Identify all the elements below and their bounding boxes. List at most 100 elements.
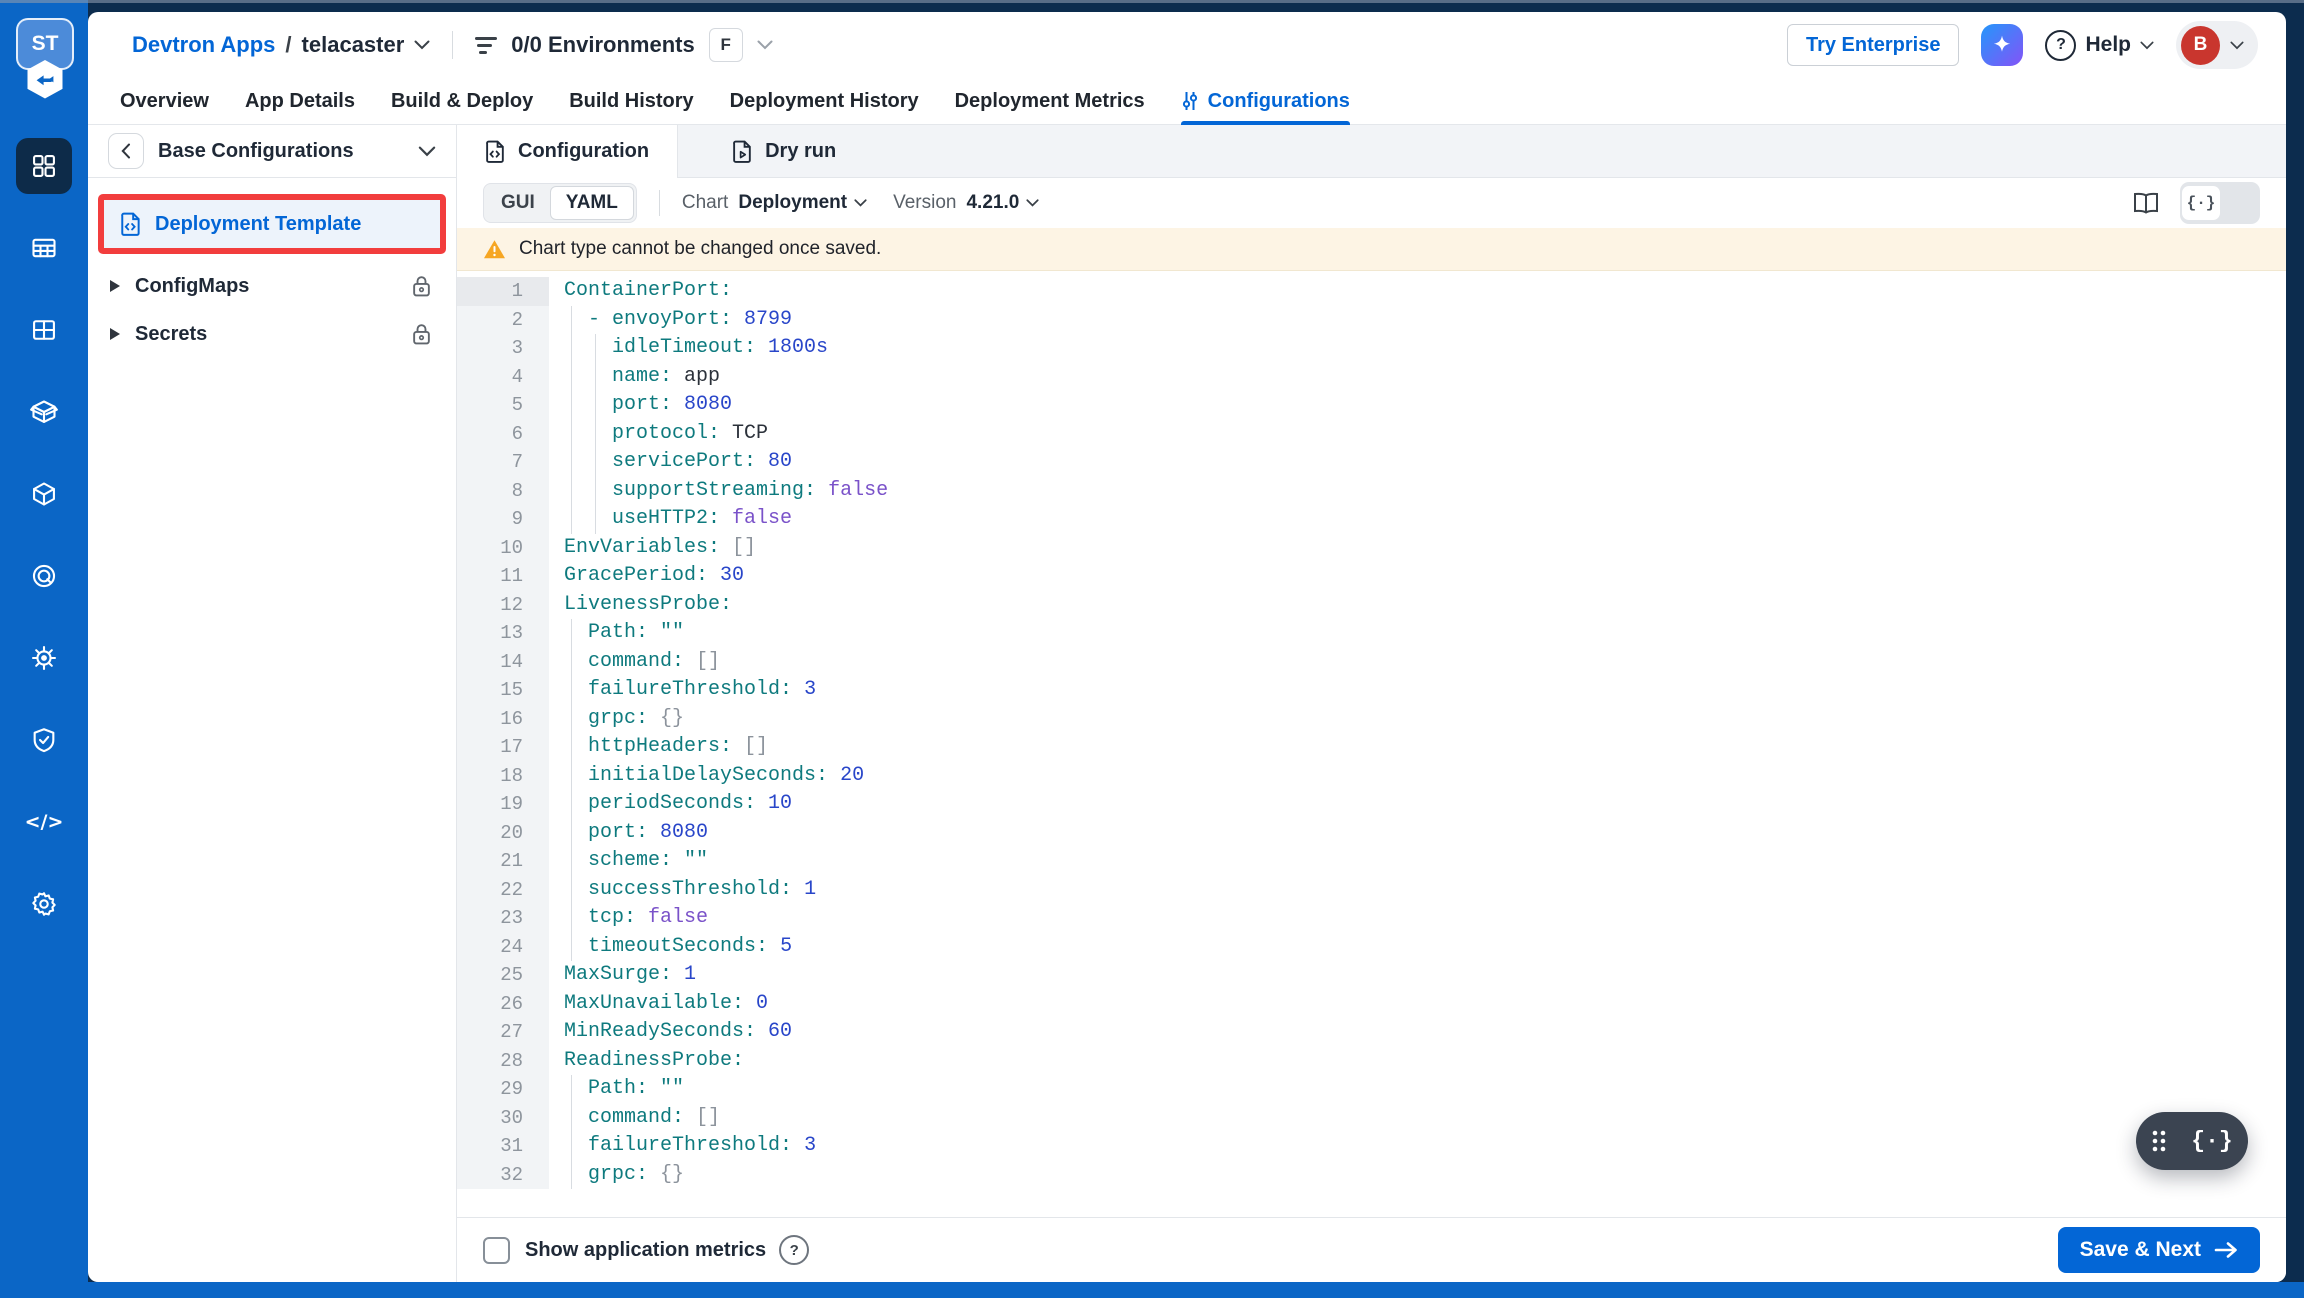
mode-yaml-button[interactable]: YAML [550, 186, 634, 220]
editor-line[interactable]: 27MinReadySeconds: 60 [457, 1018, 2286, 1047]
editor-line[interactable]: 29 Path: "" [457, 1075, 2286, 1104]
editor-line[interactable]: 7 servicePort: 80 [457, 448, 2286, 477]
sidebar-item-deployment-template[interactable]: Deployment Template [104, 200, 440, 248]
ai-sparkle-button[interactable] [1981, 24, 2023, 66]
editor-line[interactable]: 11GracePeriod: 30 [457, 562, 2286, 591]
sidebar-item-configmaps[interactable]: ConfigMaps [88, 262, 456, 310]
sidebar-item-settings[interactable] [16, 876, 72, 932]
code-braces-icon[interactable]: {·} [2191, 1128, 2232, 1154]
sidebar-item-releases[interactable] [16, 548, 72, 604]
tab-dry-run[interactable]: Dry run [704, 125, 864, 177]
editor-line[interactable]: 8 supportStreaming: false [457, 477, 2286, 506]
line-number: 8 [457, 477, 549, 506]
sidebar-item-applications[interactable] [16, 138, 72, 194]
tab-deployment-metrics[interactable]: Deployment Metrics [955, 78, 1145, 124]
version-select[interactable]: 4.21.0 [966, 192, 1039, 214]
breadcrumb-root-link[interactable]: Devtron Apps [132, 32, 275, 58]
toolbar-divider [659, 190, 660, 216]
app-switch-chevron-icon[interactable] [414, 40, 430, 50]
editor-line[interactable]: 31 failureThreshold: 3 [457, 1132, 2286, 1161]
code-view-toggle[interactable]: {·} [2180, 182, 2260, 224]
show-metrics-checkbox[interactable] [483, 1237, 510, 1264]
user-menu[interactable]: B [2176, 21, 2258, 69]
sidebar-item-security[interactable] [16, 712, 72, 768]
editor-line[interactable]: 6 protocol: TCP [457, 420, 2286, 449]
editor-line[interactable]: 9 useHTTP2: false [457, 505, 2286, 534]
chart-select[interactable]: Deployment [738, 192, 867, 214]
app-header: Devtron Apps / telacaster 0/0 Environmen… [88, 12, 2286, 78]
editor-line[interactable]: 23 tcp: false [457, 904, 2286, 933]
editor-line[interactable]: 26MaxUnavailable: 0 [457, 990, 2286, 1019]
editor-line[interactable]: 17 httpHeaders: [] [457, 733, 2286, 762]
sidebar-item-secrets[interactable]: Secrets [88, 310, 456, 358]
line-number: 5 [457, 391, 549, 420]
warning-text: Chart type cannot be changed once saved. [519, 238, 881, 260]
editor-line[interactable]: 5 port: 8080 [457, 391, 2286, 420]
editor-line[interactable]: 19 periodSeconds: 10 [457, 790, 2286, 819]
editor-line[interactable]: 22 successThreshold: 1 [457, 876, 2286, 905]
editor-line[interactable]: 3 idleTimeout: 1800s [457, 334, 2286, 363]
line-number: 19 [457, 790, 549, 819]
sidebar-item-application-groups[interactable] [16, 302, 72, 358]
try-enterprise-button[interactable]: Try Enterprise [1787, 24, 1960, 66]
editor-line[interactable]: 15 failureThreshold: 3 [457, 676, 2286, 705]
collapse-panel-button[interactable] [108, 133, 144, 169]
tab-configurations[interactable]: Configurations [1181, 78, 1350, 124]
save-next-button[interactable]: Save & Next [2058, 1227, 2260, 1273]
tab-build-deploy[interactable]: Build & Deploy [391, 78, 533, 124]
editor-line[interactable]: 13 Path: "" [457, 619, 2286, 648]
line-number: 9 [457, 505, 549, 534]
sidebar-item-code[interactable]: </> [16, 794, 72, 850]
line-number: 30 [457, 1104, 549, 1133]
editor-line[interactable]: 1ContainerPort: [457, 277, 2286, 306]
breadcrumb-app-name: telacaster [302, 32, 405, 58]
line-number: 11 [457, 562, 549, 591]
help-label: Help [2085, 33, 2131, 57]
metrics-help-icon[interactable]: ? [779, 1235, 809, 1265]
chevron-left-icon [121, 143, 131, 159]
editor-line[interactable]: 24 timeoutSeconds: 5 [457, 933, 2286, 962]
config-side-panel: Base Configurations Deployment Template [88, 125, 457, 1282]
chevron-down-icon[interactable] [418, 146, 436, 157]
header-divider [452, 31, 453, 59]
editor-line[interactable]: 12LivenessProbe: [457, 591, 2286, 620]
tab-build-history[interactable]: Build History [569, 78, 693, 124]
tab-overview[interactable]: Overview [120, 78, 209, 124]
drag-handle-icon[interactable] [2151, 1129, 2167, 1153]
line-number: 18 [457, 762, 549, 791]
editor-line[interactable]: 28ReadinessProbe: [457, 1047, 2286, 1076]
show-metrics-label: Show application metrics [525, 1239, 766, 1262]
editor-line[interactable]: 21 scheme: "" [457, 847, 2286, 876]
editor-line[interactable]: 4 name: app [457, 363, 2286, 392]
brand-logo[interactable]: ST [0, 14, 88, 124]
editor-line[interactable]: 10EnvVariables: [] [457, 534, 2286, 563]
mode-switch: GUI YAML [483, 183, 637, 223]
editor-line[interactable]: 32 grpc: {} [457, 1161, 2286, 1190]
sparkle-icon [1990, 33, 2014, 57]
sidebar-item-bulk-edit[interactable] [16, 630, 72, 686]
editor-line[interactable]: 25MaxSurge: 1 [457, 961, 2286, 990]
code-icon: </> [25, 811, 64, 833]
mode-gui-button[interactable]: GUI [486, 187, 550, 219]
tab-app-details[interactable]: App Details [245, 78, 355, 124]
environment-selector[interactable]: 0/0 Environments F [475, 28, 772, 62]
readme-button[interactable] [2132, 191, 2160, 215]
environments-chevron-icon[interactable] [757, 40, 773, 50]
line-number: 31 [457, 1132, 549, 1161]
table-grid-icon [30, 234, 58, 262]
help-menu[interactable]: ? Help [2045, 30, 2154, 61]
editor-line[interactable]: 14 command: [] [457, 648, 2286, 677]
window-top-edge [0, 0, 2304, 3]
editor-line[interactable]: 2 - envoyPort: 8799 [457, 306, 2286, 335]
tab-configuration[interactable]: Configuration [457, 125, 678, 178]
sidebar-item-chart-store[interactable] [16, 384, 72, 440]
editor-floating-toolbar[interactable]: {·} [2136, 1112, 2248, 1170]
yaml-editor[interactable]: 1ContainerPort:2 - envoyPort: 87993 idle… [457, 271, 2286, 1217]
editor-line[interactable]: 30 command: [] [457, 1104, 2286, 1133]
sidebar-item-resource-browser[interactable] [16, 466, 72, 522]
editor-line[interactable]: 20 port: 8080 [457, 819, 2286, 848]
sidebar-item-jobs[interactable] [16, 220, 72, 276]
editor-line[interactable]: 18 initialDelaySeconds: 20 [457, 762, 2286, 791]
tab-deployment-history[interactable]: Deployment History [730, 78, 919, 124]
editor-line[interactable]: 16 grpc: {} [457, 705, 2286, 734]
